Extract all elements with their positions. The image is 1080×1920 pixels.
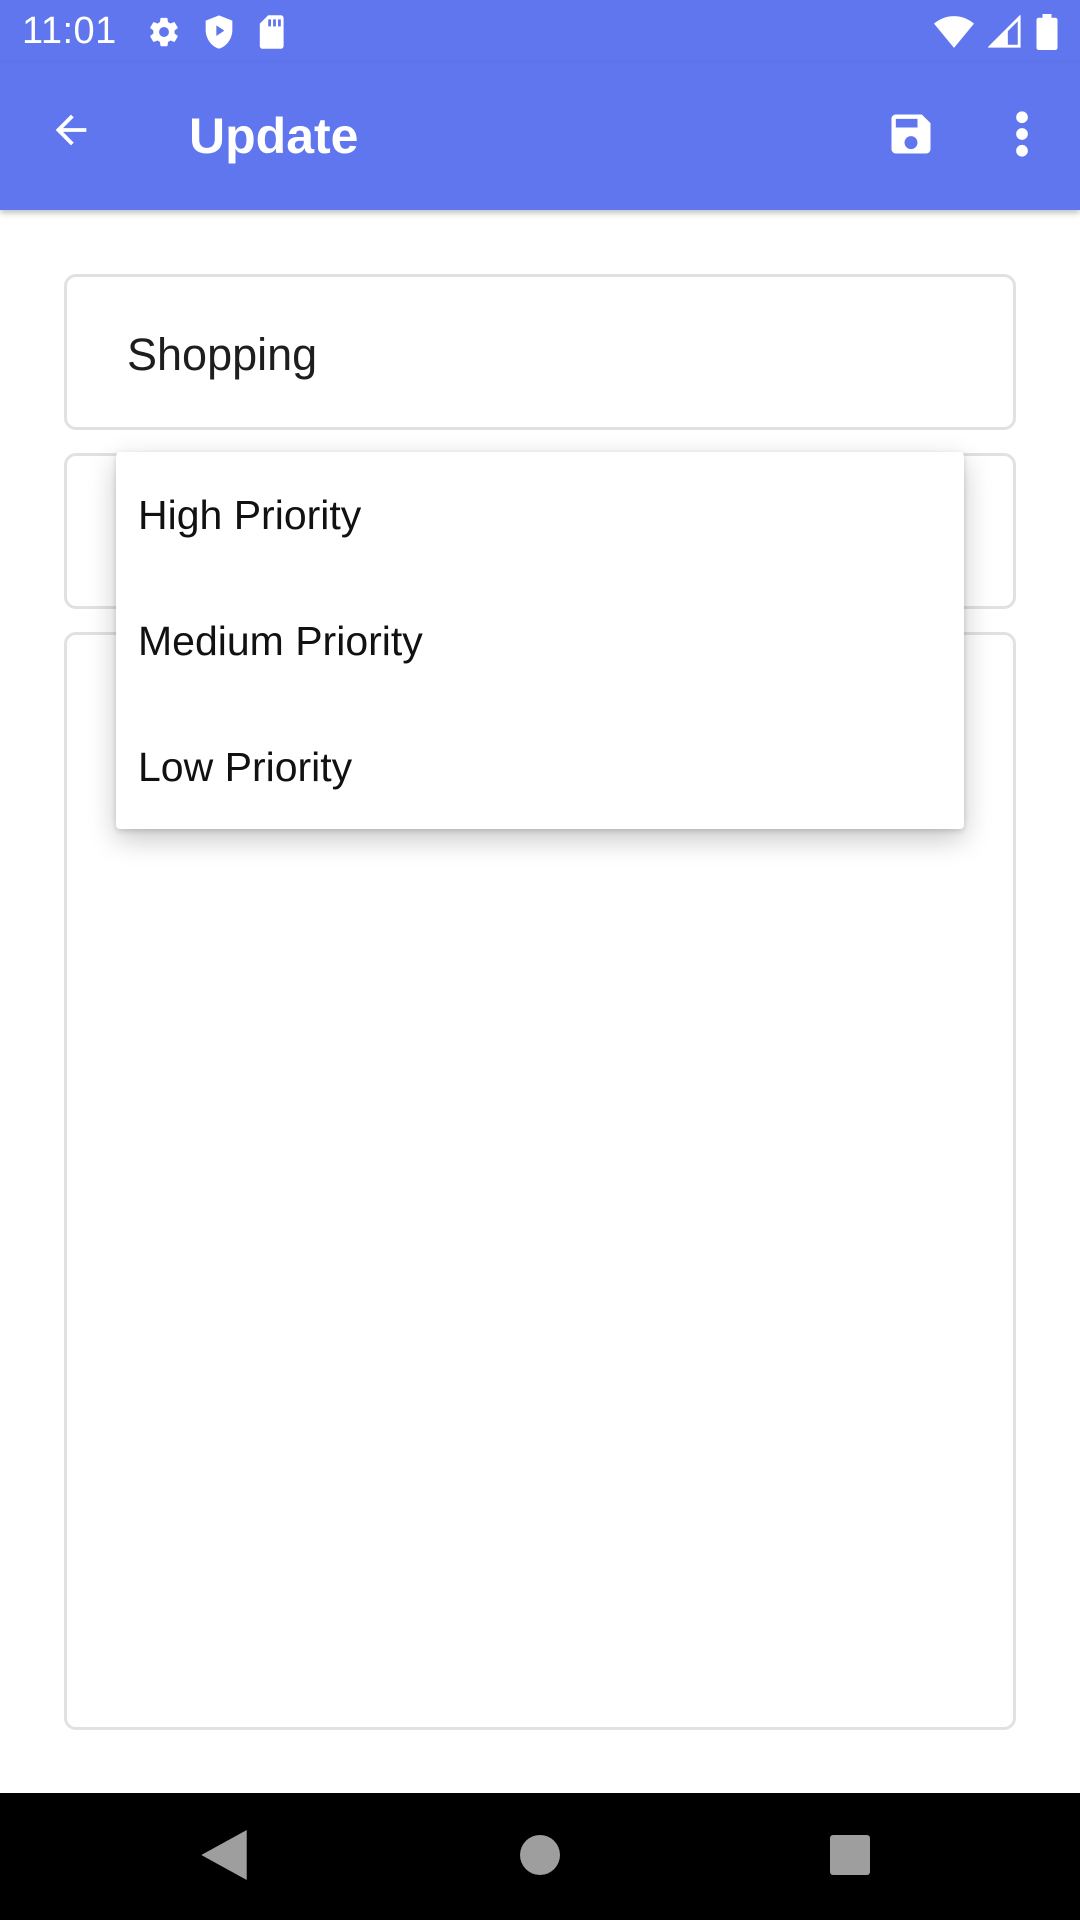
signal-icon xyxy=(988,14,1022,49)
status-notification-icons xyxy=(147,14,285,50)
navigation-bar xyxy=(0,1793,1080,1920)
settings-icon xyxy=(147,15,181,49)
dropdown-item-medium-priority[interactable]: Medium Priority xyxy=(116,578,964,704)
dropdown-item-high-priority[interactable]: High Priority xyxy=(116,452,964,578)
priority-dropdown-menu: High Priority Medium Priority Low Priori… xyxy=(116,452,964,829)
title-field[interactable]: Shopping xyxy=(64,274,1016,430)
battery-icon xyxy=(1036,13,1058,50)
nav-back-icon xyxy=(201,1829,247,1885)
nav-home-icon xyxy=(520,1834,560,1880)
status-system-icons xyxy=(934,13,1058,50)
more-options-button[interactable] xyxy=(1000,103,1044,169)
page-title: Update xyxy=(189,108,359,164)
save-button[interactable] xyxy=(878,103,944,169)
nav-recents-icon xyxy=(830,1834,870,1880)
back-arrow-icon xyxy=(48,107,94,158)
screen: 11:01 Update Shopping High Priority Medi… xyxy=(0,0,1080,1920)
status-bar: 11:01 xyxy=(0,0,1080,63)
shield-play-icon xyxy=(203,14,235,50)
nav-home-button[interactable] xyxy=(506,1823,574,1891)
more-vert-icon xyxy=(1015,110,1029,162)
wifi-icon xyxy=(934,15,974,48)
title-input-value: Shopping xyxy=(127,329,318,380)
status-time: 11:01 xyxy=(22,10,117,52)
nav-recents-button[interactable] xyxy=(816,1823,884,1891)
app-bar: Update xyxy=(0,63,1080,210)
save-icon xyxy=(885,108,937,165)
nav-back-button[interactable] xyxy=(190,1823,258,1891)
back-button[interactable] xyxy=(38,99,104,165)
dropdown-item-low-priority[interactable]: Low Priority xyxy=(116,704,964,830)
sd-card-icon xyxy=(257,14,285,49)
